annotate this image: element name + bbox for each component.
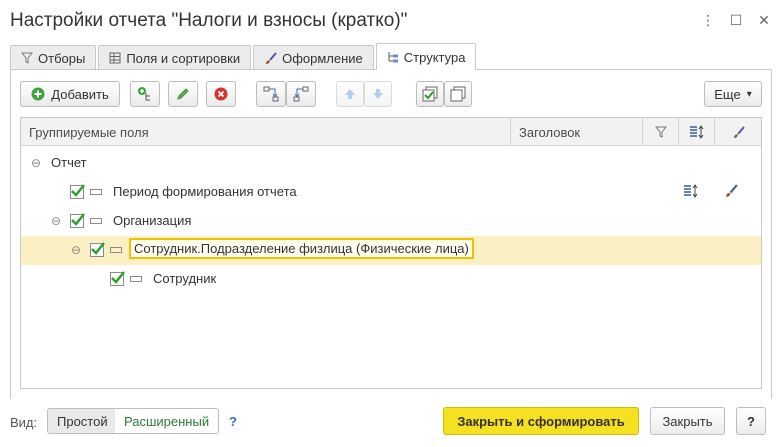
tab-label: Структура bbox=[403, 49, 466, 65]
tree-row[interactable]: Сотрудник bbox=[21, 265, 761, 294]
tree-icon bbox=[388, 52, 398, 63]
tab-structure[interactable]: Структура bbox=[375, 43, 477, 70]
tab-fields-sorting[interactable]: Поля и сортировки bbox=[98, 45, 252, 70]
row-label-editing[interactable]: Сотрудник.Подразделение физлица (Физичес… bbox=[129, 238, 474, 259]
view-extended-label: Расширенный bbox=[124, 413, 210, 429]
more-button[interactable]: Еще ▾ bbox=[704, 81, 762, 107]
move-up-button[interactable] bbox=[336, 81, 364, 107]
column-header-label: Заголовок bbox=[519, 124, 581, 140]
view-extended-button[interactable]: Расширенный bbox=[115, 408, 220, 434]
table-icon bbox=[109, 52, 121, 64]
tab-label: Оформление bbox=[282, 50, 363, 66]
brush-icon bbox=[733, 125, 745, 138]
close-icon[interactable]: ✕ bbox=[756, 12, 772, 29]
uncheck-all-icon bbox=[450, 86, 466, 102]
grid-header: Группируемые поля Заголовок bbox=[21, 118, 761, 146]
more-menu-icon[interactable]: ⋮ bbox=[700, 12, 716, 29]
funnel-icon bbox=[654, 126, 667, 138]
tab-label: Отборы bbox=[38, 50, 86, 66]
add-group-icon bbox=[138, 87, 150, 101]
row-checkbox[interactable] bbox=[110, 271, 125, 286]
maximize-icon[interactable]: ☐ bbox=[728, 12, 744, 29]
arrow-up-icon bbox=[345, 89, 355, 99]
brush-icon[interactable] bbox=[724, 184, 738, 198]
sort-fields-icon[interactable] bbox=[683, 184, 699, 198]
move-down-button[interactable] bbox=[364, 81, 392, 107]
chevron-down-icon: ▾ bbox=[746, 88, 752, 100]
more-button-label: Еще bbox=[714, 86, 741, 102]
tab-filters[interactable]: Отборы bbox=[10, 45, 97, 70]
help-button-label: ? bbox=[747, 413, 755, 429]
close-button-label: Закрыть bbox=[662, 413, 713, 429]
row-label: Сотрудник bbox=[153, 271, 217, 286]
add-button[interactable]: Добавить bbox=[20, 81, 120, 107]
add-button-label: Добавить bbox=[51, 86, 109, 102]
row-checkbox[interactable] bbox=[90, 242, 105, 257]
row-label: Организация bbox=[113, 213, 192, 228]
field-icon bbox=[130, 276, 142, 282]
column-header-title[interactable]: Заголовок bbox=[511, 118, 643, 146]
column-header-filter[interactable] bbox=[643, 118, 679, 146]
view-simple-button[interactable]: Простой bbox=[47, 408, 118, 434]
row-checkbox[interactable] bbox=[70, 213, 85, 228]
column-header-fields[interactable]: Группируемые поля bbox=[21, 118, 511, 146]
tree-row[interactable]: ⊖ Организация bbox=[21, 207, 761, 236]
move-level-down-icon bbox=[293, 86, 309, 102]
move-to-parent-button[interactable] bbox=[256, 81, 286, 107]
structure-grid: Группируемые поля Заголовок ⊖ Отчет Пери… bbox=[20, 117, 762, 389]
move-level-up-icon bbox=[263, 86, 279, 102]
row-checkbox[interactable] bbox=[70, 184, 85, 199]
pencil-icon bbox=[177, 88, 189, 100]
check-all-button[interactable] bbox=[416, 81, 444, 107]
tab-label: Поля и сортировки bbox=[126, 50, 241, 66]
tab-bar: Отборы Поля и сортировки Оформление Стру… bbox=[10, 43, 478, 70]
collapse-toggle-icon[interactable]: ⊖ bbox=[31, 156, 41, 170]
edit-button[interactable] bbox=[168, 81, 198, 107]
plus-circle-icon bbox=[31, 87, 45, 101]
field-icon bbox=[90, 189, 102, 195]
add-group-button[interactable] bbox=[130, 81, 160, 107]
tree-row-selected[interactable]: ⊖ Сотрудник.Подразделение физлица (Физич… bbox=[21, 236, 761, 265]
check-all-icon bbox=[422, 86, 438, 102]
tree-row[interactable]: Период формирования отчета bbox=[21, 178, 761, 207]
close-and-generate-label: Закрыть и сформировать bbox=[457, 413, 625, 429]
field-icon bbox=[110, 247, 122, 253]
column-header-sort[interactable] bbox=[679, 118, 715, 146]
column-header-appearance[interactable] bbox=[715, 118, 761, 146]
view-mode-label: Вид: bbox=[10, 415, 38, 430]
collapse-toggle-icon[interactable]: ⊖ bbox=[71, 243, 81, 257]
funnel-icon bbox=[21, 52, 33, 64]
tab-appearance[interactable]: Оформление bbox=[253, 45, 374, 70]
sort-fields-icon bbox=[689, 125, 703, 139]
uncheck-all-button[interactable] bbox=[444, 81, 472, 107]
collapse-toggle-icon[interactable]: ⊖ bbox=[51, 214, 61, 228]
help-link[interactable]: ? bbox=[229, 414, 237, 429]
footer: Вид: Простой Расширенный ? Закрыть и сфо… bbox=[0, 407, 782, 437]
delete-icon bbox=[214, 87, 228, 101]
brush-icon bbox=[266, 51, 277, 64]
field-icon bbox=[90, 218, 102, 224]
row-label: Отчет bbox=[51, 155, 87, 170]
close-button[interactable]: Закрыть bbox=[650, 407, 725, 435]
row-label: Период формирования отчета bbox=[113, 184, 297, 199]
column-header-label: Группируемые поля bbox=[29, 124, 149, 140]
view-simple-label: Простой bbox=[57, 413, 108, 429]
window-controls: ⋮ ☐ ✕ bbox=[700, 12, 772, 29]
move-to-child-button[interactable] bbox=[286, 81, 316, 107]
toolbar: Добавить Еще ▾ bbox=[20, 81, 762, 107]
window-title: Настройки отчета "Налоги и взносы (кратк… bbox=[10, 10, 408, 31]
help-button[interactable]: ? bbox=[736, 407, 766, 435]
close-and-generate-button[interactable]: Закрыть и сформировать bbox=[443, 407, 639, 435]
delete-button[interactable] bbox=[206, 81, 236, 107]
arrow-down-icon bbox=[373, 89, 383, 99]
tree-row[interactable]: ⊖ Отчет bbox=[21, 149, 761, 178]
